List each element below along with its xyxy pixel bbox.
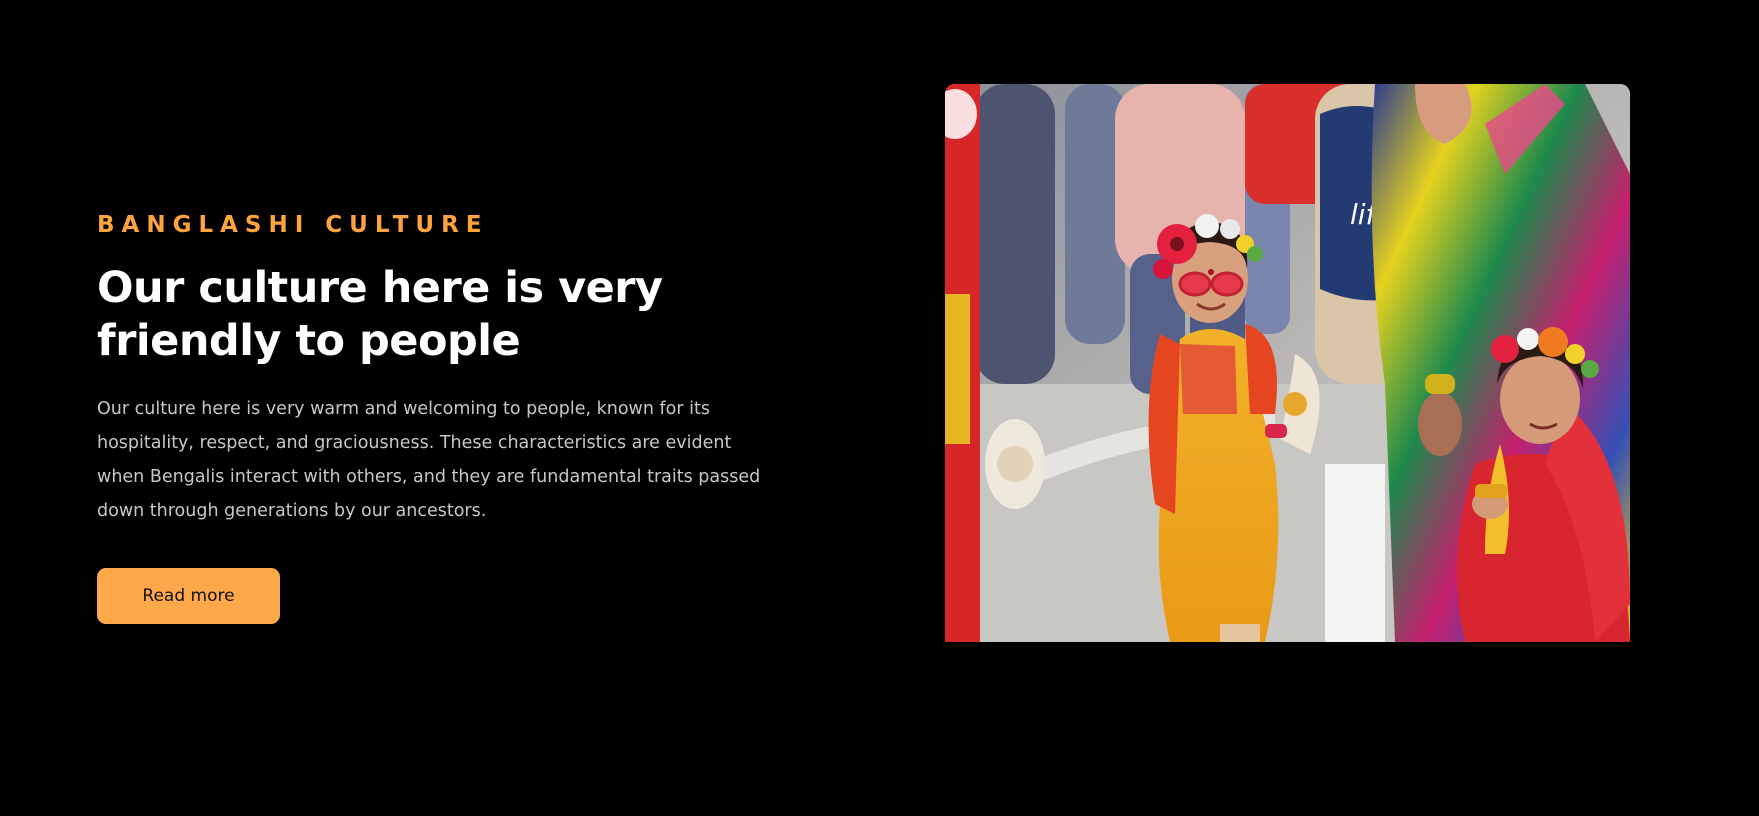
festival-photo: life	[945, 84, 1630, 642]
culture-text-column: BANGLASHI CULTURE Our culture here is ve…	[97, 208, 797, 624]
section-headline: Our culture here is very friendly to peo…	[97, 263, 663, 366]
read-more-button[interactable]: Read more	[97, 568, 280, 624]
culture-section: BANGLASHI CULTURE Our culture here is ve…	[0, 0, 1759, 816]
section-eyebrow: BANGLASHI CULTURE	[97, 212, 489, 238]
section-description: Our culture here is very warm and welcom…	[97, 399, 761, 521]
festival-photo-illustration: life	[945, 84, 1630, 642]
